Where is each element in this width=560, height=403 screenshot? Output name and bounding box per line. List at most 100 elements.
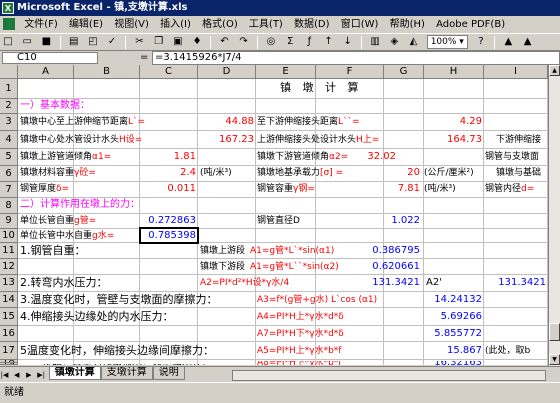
menu-file[interactable]: 文件(F)	[20, 16, 62, 33]
column-header-b[interactable]: B	[74, 65, 140, 79]
tab-shuoming[interactable]: 说明	[152, 367, 185, 380]
row-header[interactable]: 9	[0, 214, 18, 229]
row-header[interactable]: 12	[0, 259, 18, 275]
gridline	[18, 130, 548, 131]
gridline	[18, 274, 548, 275]
row-header[interactable]: 5	[0, 149, 18, 166]
gridline	[18, 165, 548, 166]
column-header-g[interactable]: G	[384, 65, 424, 79]
formula-equals-sign[interactable]: =	[140, 51, 148, 65]
spelling-icon[interactable]: ✓	[105, 35, 119, 49]
cell-label: 钢管直径D	[257, 216, 300, 226]
cell-area[interactable]: 镇 墩 计 算 一）基本数据： 镇墩中心至上游伸缩节距离L`= 44.88 至下…	[18, 79, 548, 365]
column-header-i[interactable]: I	[484, 65, 548, 79]
first-sheet-icon[interactable]: |◀	[0, 369, 9, 381]
column-header-h[interactable]: H	[424, 65, 484, 79]
autosum-icon[interactable]: Σ	[283, 35, 297, 49]
function-icon[interactable]: ƒ	[302, 35, 316, 49]
cell-value: 0.386795	[372, 245, 420, 256]
menu-data[interactable]: 数据(D)	[290, 16, 334, 33]
cell-unit: (吨/米³)	[424, 184, 456, 194]
paste-icon[interactable]: ▣	[171, 35, 185, 49]
last-sheet-icon[interactable]: ▶|	[37, 369, 46, 381]
next-sheet-icon[interactable]: ▶	[24, 369, 33, 381]
standard-toolbar: □ ▭ ■ ▤ ◰ ✓ ✂ ❐ ▣ ♦ ↶ ↷ ◎ Σ ƒ ↑ ↓ ▥ ◈ ◭ …	[0, 33, 560, 51]
sort-descending-icon[interactable]: ↓	[341, 35, 355, 49]
cell-value: 44.88	[225, 116, 254, 127]
open-icon[interactable]: ▭	[20, 35, 34, 49]
row-header[interactable]: 11	[0, 243, 18, 259]
select-all-corner[interactable]	[0, 65, 18, 79]
sort-ascending-icon[interactable]: ↑	[322, 35, 336, 49]
menu-insert[interactable]: 插入(I)	[156, 16, 195, 33]
menu-format[interactable]: 格式(O)	[198, 16, 242, 33]
row-header[interactable]: 19	[0, 363, 18, 365]
menu-help[interactable]: 帮助(H)	[386, 16, 429, 33]
print-preview-icon[interactable]: ◰	[86, 35, 100, 49]
formula-input[interactable]: =3.1415926*J7/4	[152, 51, 560, 65]
menu-tools[interactable]: 工具(T)	[245, 16, 287, 33]
copy-icon[interactable]: ❐	[152, 35, 166, 49]
active-cell-c10[interactable]	[139, 227, 199, 244]
cell-value: 0.272863	[148, 215, 196, 226]
menu-window[interactable]: 窗口(W)	[337, 16, 383, 33]
pdf-email-icon[interactable]: ▲	[521, 35, 535, 49]
gridline	[18, 258, 548, 259]
row-header[interactable]: 13	[0, 275, 18, 292]
cell-unit: (公斤/厘米²)	[424, 168, 474, 178]
tab-zhendun[interactable]: 镇墩计算	[48, 367, 101, 380]
cell-label: 镇墩与基础	[496, 168, 542, 178]
pdf-convert-icon[interactable]: ▲	[501, 35, 515, 49]
row-header[interactable]: 1	[0, 79, 18, 99]
menu-view[interactable]: 视图(V)	[110, 16, 153, 33]
label-symbol: α1=	[92, 152, 112, 162]
row-header[interactable]: 2	[0, 99, 18, 114]
row-header[interactable]: 14	[0, 292, 18, 308]
cell-value: 0.620661	[372, 261, 420, 272]
menu-edit[interactable]: 编辑(E)	[65, 16, 107, 33]
cell-label: 镇墩中心至上游伸缩节距离L`=	[20, 116, 145, 128]
save-icon[interactable]: ■	[39, 35, 53, 49]
new-icon[interactable]: □	[1, 35, 15, 49]
row-header[interactable]: 16	[0, 326, 18, 342]
row-header[interactable]: 7	[0, 182, 18, 198]
map-icon[interactable]: ◈	[387, 35, 401, 49]
row-header[interactable]: 3	[0, 114, 18, 131]
toolbar-separator	[256, 36, 258, 49]
drawing-icon[interactable]: ◭	[407, 35, 421, 49]
format-painter-icon[interactable]: ♦	[190, 35, 204, 49]
help-icon[interactable]: ?	[474, 35, 488, 49]
cut-icon[interactable]: ✂	[133, 35, 147, 49]
name-box[interactable]: C10	[2, 52, 98, 64]
cell-label: 镇墩上游管道倾角α1=	[20, 151, 111, 163]
horizontal-scrollbar[interactable]	[232, 370, 546, 381]
tab-zhidun[interactable]: 支墩计算	[100, 367, 153, 380]
cell-label: 3.温度变化时，管壁与支墩面的摩擦力：	[20, 293, 218, 306]
print-icon[interactable]: ▤	[67, 35, 81, 49]
vertical-scrollbar[interactable]: ▲ ▼	[548, 65, 560, 366]
row-header[interactable]: 15	[0, 308, 18, 326]
scroll-up-icon[interactable]: ▲	[549, 65, 560, 76]
column-header-a[interactable]: A	[18, 65, 74, 79]
hyperlink-icon[interactable]: ◎	[264, 35, 278, 49]
column-header-e[interactable]: E	[256, 65, 316, 79]
column-header-c[interactable]: C	[140, 65, 198, 79]
row-header[interactable]: 17	[0, 342, 18, 360]
prev-sheet-icon[interactable]: ◀	[12, 369, 21, 381]
column-header-d[interactable]: D	[198, 65, 256, 79]
menu-adobe-pdf[interactable]: Adobe PDF(B)	[432, 16, 509, 33]
column-header-f[interactable]: F	[316, 65, 384, 79]
row-header[interactable]: 4	[0, 131, 18, 149]
workbook-icon[interactable]	[3, 18, 15, 30]
scroll-thumb[interactable]	[549, 323, 560, 341]
zoom-select[interactable]: 100% ▾	[426, 35, 468, 49]
row-header[interactable]: 10	[0, 229, 18, 243]
cell-value: 1.022	[391, 215, 420, 226]
row-header[interactable]: 6	[0, 166, 18, 182]
row-header[interactable]: 8	[0, 198, 18, 214]
chart-wizard-icon[interactable]: ▥	[368, 35, 382, 49]
scroll-down-icon[interactable]: ▼	[549, 354, 560, 365]
redo-icon[interactable]: ↷	[237, 35, 251, 49]
excel-app-icon[interactable]: X	[2, 2, 14, 14]
undo-icon[interactable]: ↶	[217, 35, 231, 49]
